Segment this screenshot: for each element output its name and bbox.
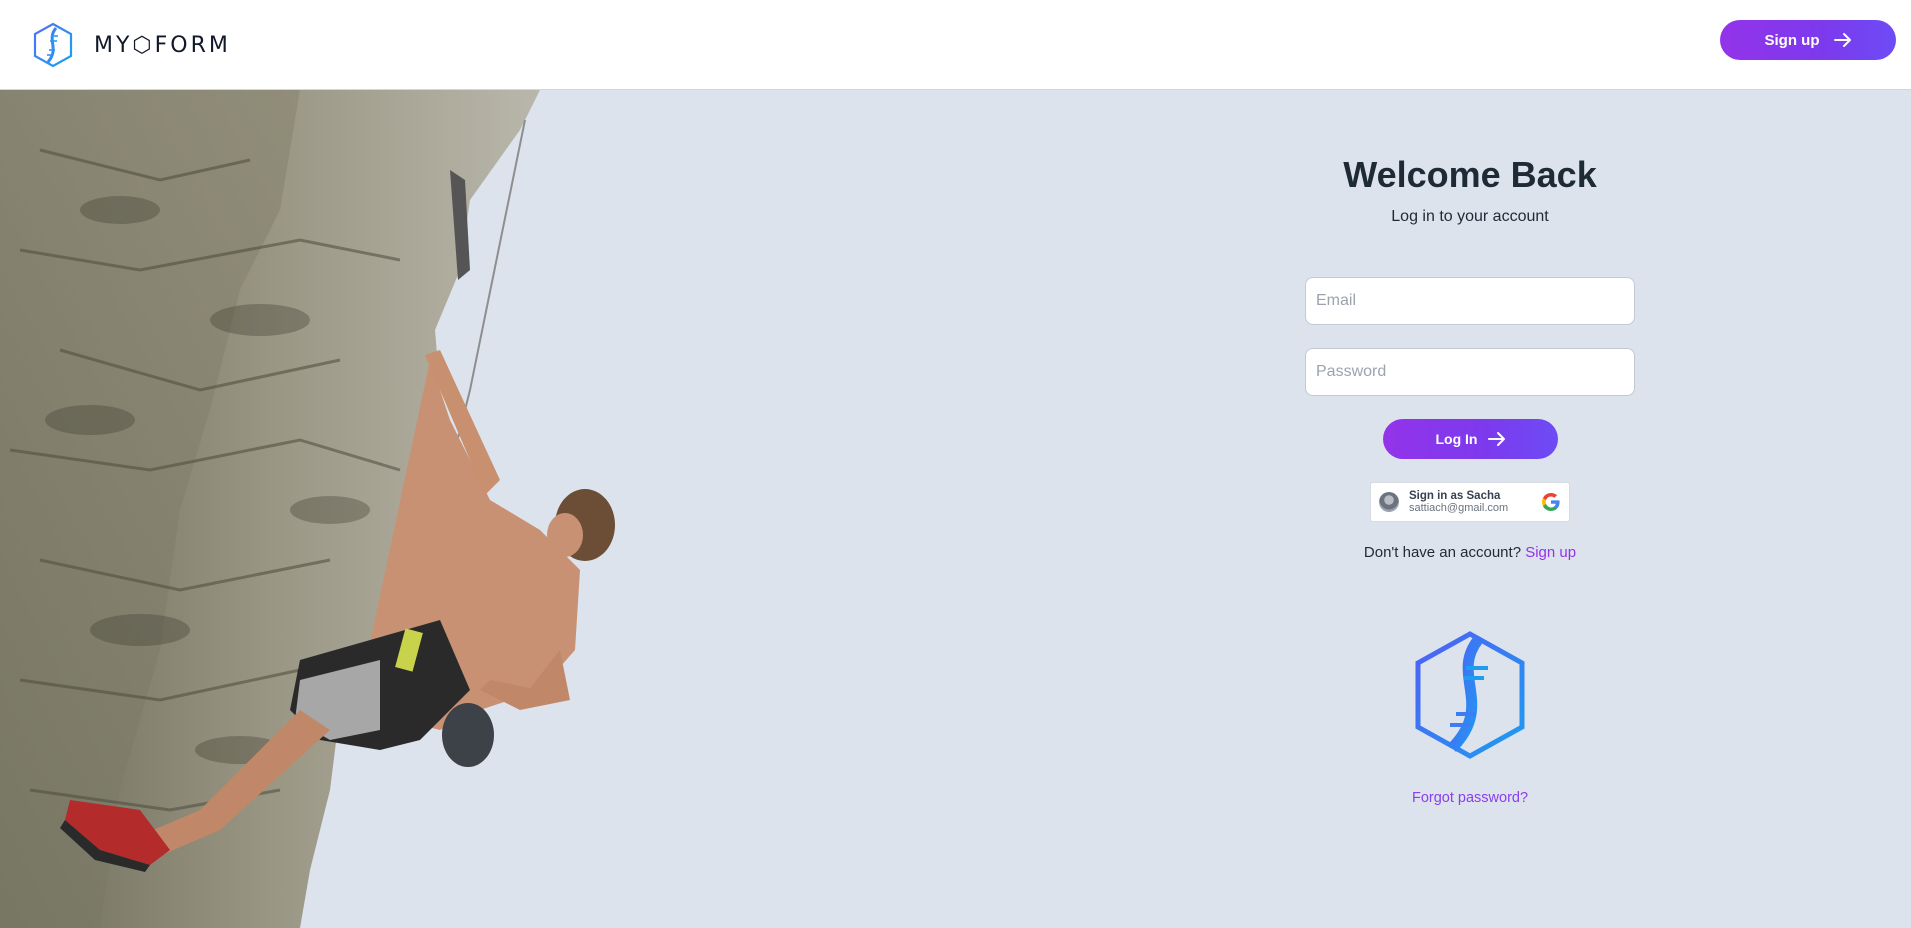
google-account-email: sattiach@gmail.com: [1409, 502, 1509, 514]
climber-photo: [0, 90, 615, 928]
arrow-right-icon: [1833, 33, 1851, 47]
dna-hexagon-icon: [1415, 631, 1525, 759]
login-button[interactable]: Log In: [1383, 419, 1558, 459]
signup-button[interactable]: Sign up: [1720, 20, 1896, 60]
email-input[interactable]: [1305, 277, 1635, 325]
top-navbar: MY⬡FORM Sign up: [0, 0, 1911, 90]
avatar: [1379, 492, 1399, 512]
brand-name: MY⬡FORM: [94, 32, 231, 58]
signup-button-label: Sign up: [1764, 31, 1820, 49]
brand[interactable]: MY⬡FORM: [32, 22, 231, 68]
arrow-right-icon: [1487, 432, 1505, 446]
google-g-icon: [1542, 493, 1560, 511]
signup-link[interactable]: Sign up: [1525, 544, 1576, 561]
dna-hexagon-icon: [33, 22, 73, 68]
google-account-name: Sign in as Sacha: [1409, 490, 1501, 502]
hero-image: [0, 90, 640, 928]
no-account-text: Don't have an account?: [1363, 544, 1522, 561]
login-button-label: Log In: [1435, 431, 1478, 447]
google-account-text: Sign in as Sacha sattiach@gmail.com: [1409, 490, 1541, 514]
no-account-prompt: Don't have an account? Sign up: [1305, 544, 1635, 561]
forgot-password-link[interactable]: Forgot password?: [1305, 790, 1635, 806]
google-signin-button[interactable]: Sign in as Sacha sattiach@gmail.com: [1370, 482, 1570, 522]
password-input[interactable]: [1305, 348, 1635, 396]
page-title: Welcome Back: [1343, 154, 1597, 195]
page-subtitle: Log in to your account: [1391, 208, 1549, 225]
